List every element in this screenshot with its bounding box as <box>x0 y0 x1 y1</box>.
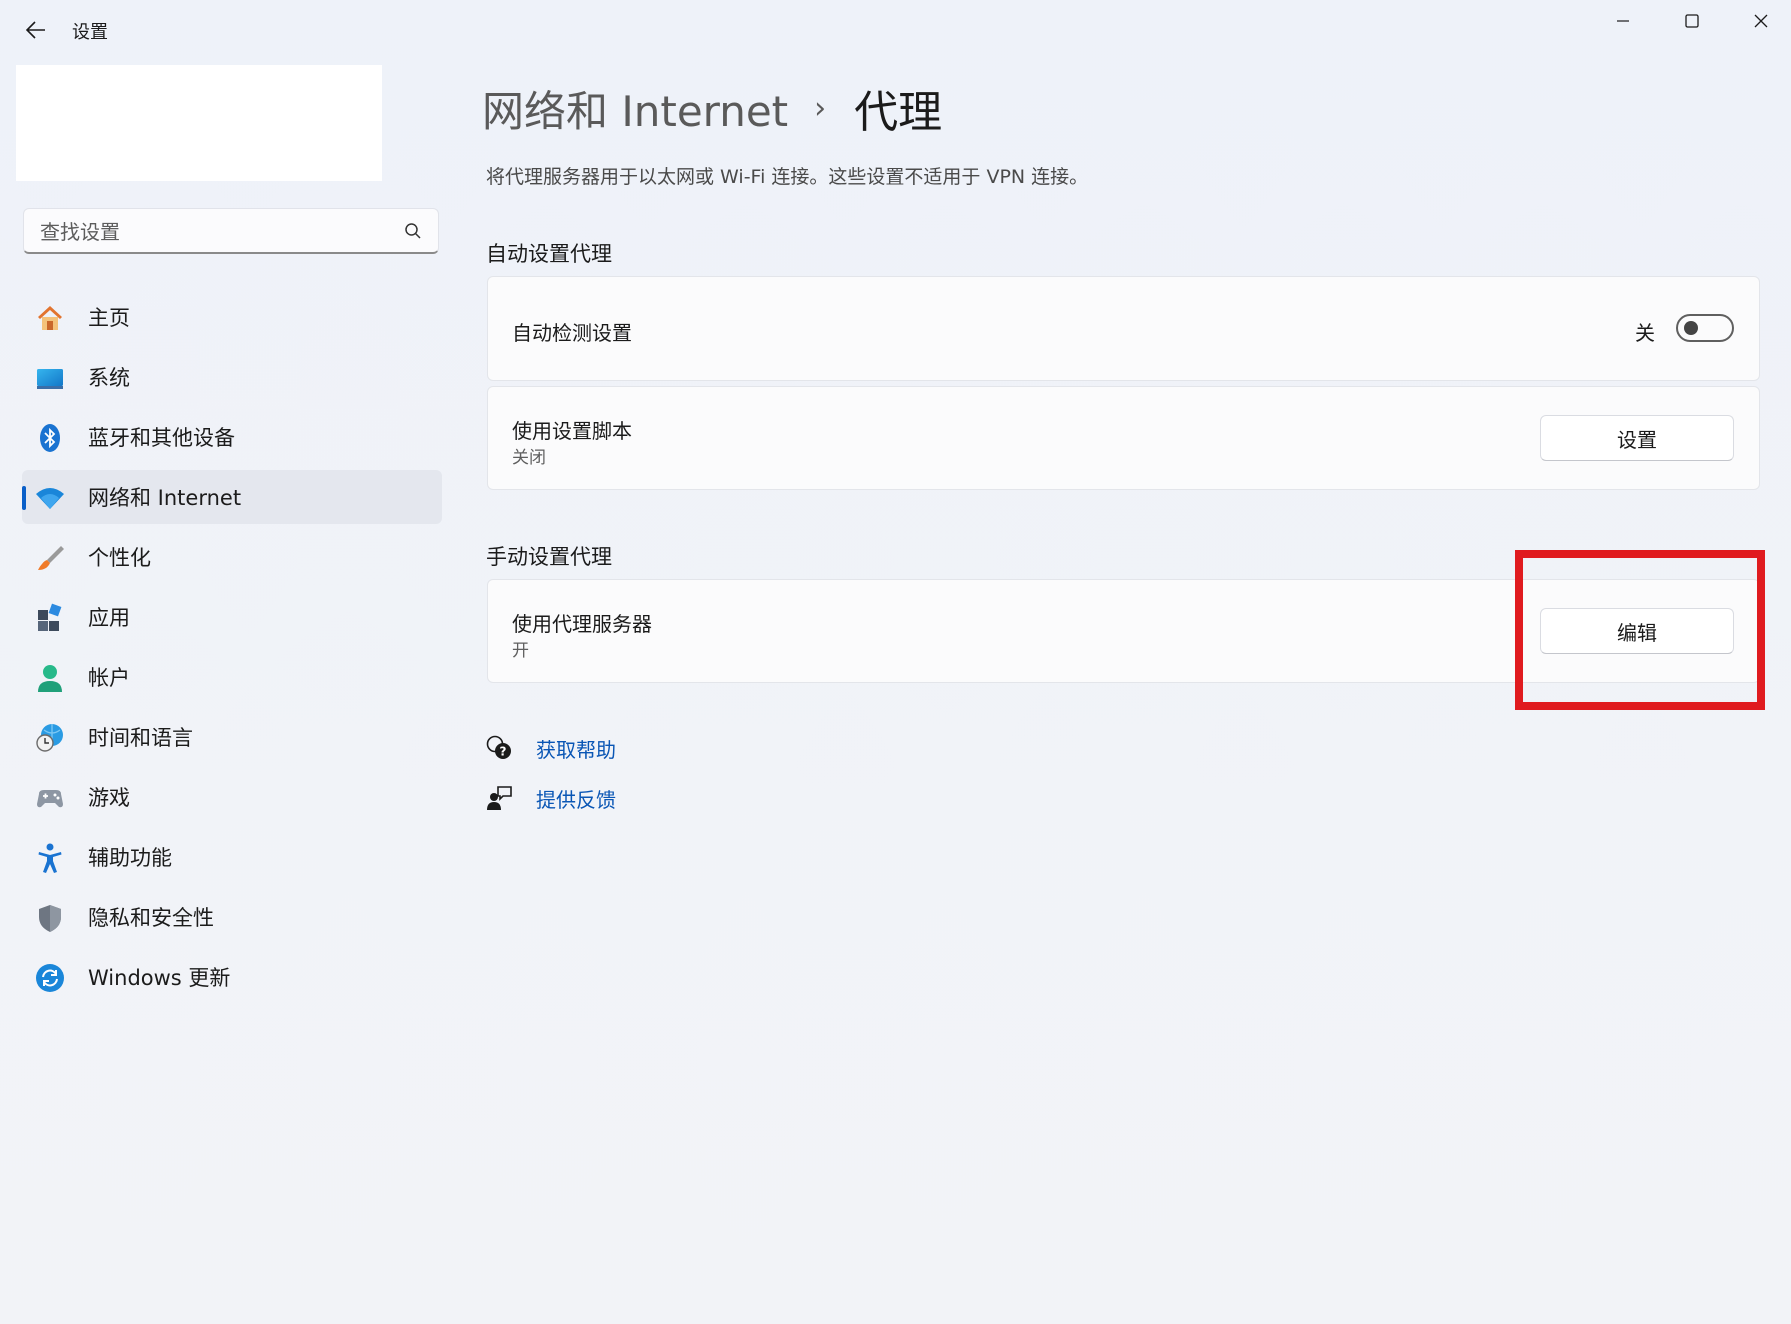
wifi-icon <box>34 482 66 514</box>
proxy-server-card: 使用代理服务器 开 编辑 <box>487 579 1760 683</box>
page-title: 代理 <box>854 87 943 138</box>
sidebar-item-gaming[interactable]: 游戏 <box>22 770 442 824</box>
sidebar-item-time-language[interactable]: 时间和语言 <box>22 710 442 764</box>
sidebar-item-personalization[interactable]: 个性化 <box>22 530 442 584</box>
setup-script-card: 使用设置脚本 关闭 设置 <box>487 386 1760 490</box>
auto-detect-toggle-state: 关 <box>1635 321 1655 345</box>
gamepad-icon <box>34 782 66 814</box>
back-button[interactable] <box>18 14 54 46</box>
feedback-icon <box>484 783 514 813</box>
sidebar-nav: 主页 系统 蓝牙和其他设备 网络和 Internet 个性化 应用 帐户 时间和… <box>22 290 442 1010</box>
search-icon[interactable] <box>404 222 422 244</box>
auto-detect-toggle[interactable] <box>1676 314 1734 342</box>
proxy-server-status: 开 <box>512 641 529 661</box>
edit-proxy-button[interactable]: 编辑 <box>1540 608 1734 654</box>
minimize-button[interactable] <box>1590 4 1656 38</box>
sidebar-item-home[interactable]: 主页 <box>22 290 442 344</box>
account-card <box>16 65 382 181</box>
setup-script-status: 关闭 <box>512 448 546 468</box>
apps-icon <box>34 602 66 634</box>
sidebar-item-label: 隐私和安全性 <box>88 906 214 930</box>
back-arrow-icon <box>26 21 45 39</box>
update-icon <box>34 962 66 994</box>
svg-text:?: ? <box>500 745 507 759</box>
maximize-button[interactable] <box>1659 4 1725 38</box>
close-icon <box>1754 14 1768 28</box>
toggle-knob <box>1684 321 1698 335</box>
close-button[interactable] <box>1728 4 1791 38</box>
sidebar-item-label: 系统 <box>88 366 130 390</box>
sidebar-item-network[interactable]: 网络和 Internet <box>22 470 442 524</box>
setup-script-title: 使用设置脚本 <box>512 419 632 443</box>
sidebar-item-label: 游戏 <box>88 786 130 810</box>
system-icon <box>34 362 66 394</box>
proxy-server-title: 使用代理服务器 <box>512 612 652 636</box>
setup-script-button[interactable]: 设置 <box>1540 415 1734 461</box>
brush-icon <box>34 542 66 574</box>
maximize-icon <box>1685 14 1699 28</box>
sidebar-item-accounts[interactable]: 帐户 <box>22 650 442 704</box>
sidebar-item-label: 帐户 <box>88 666 130 690</box>
sidebar-item-bluetooth[interactable]: 蓝牙和其他设备 <box>22 410 442 464</box>
sidebar-item-apps[interactable]: 应用 <box>22 590 442 644</box>
help-icon: ? <box>484 733 514 763</box>
auto-detect-card: 自动检测设置 关 <box>487 276 1760 381</box>
sidebar-item-label: 应用 <box>88 606 130 630</box>
account-icon <box>34 662 66 694</box>
breadcrumb-separator-icon: › <box>814 90 827 126</box>
accessibility-icon <box>34 842 66 874</box>
sidebar-item-windows-update[interactable]: Windows 更新 <box>22 950 442 1004</box>
section-title-manual-proxy: 手动设置代理 <box>486 545 612 569</box>
active-indicator <box>22 486 26 510</box>
feedback-link-row[interactable]: 提供反馈 <box>484 780 616 816</box>
sidebar-item-label: 辅助功能 <box>88 846 172 870</box>
breadcrumb: 网络和 Internet › 代理 <box>482 78 942 139</box>
shield-icon <box>34 902 66 934</box>
search-input[interactable] <box>38 209 382 255</box>
sidebar-item-system[interactable]: 系统 <box>22 350 442 404</box>
bluetooth-icon <box>34 422 66 454</box>
sidebar-item-label: 网络和 Internet <box>88 486 242 510</box>
home-icon <box>34 302 66 334</box>
app-title: 设置 <box>72 22 108 43</box>
title-bar: 设置 <box>0 0 1791 60</box>
section-title-auto-proxy: 自动设置代理 <box>486 242 612 266</box>
sidebar-item-label: 时间和语言 <box>88 726 193 750</box>
page-description: 将代理服务器用于以太网或 Wi-Fi 连接。这些设置不适用于 VPN 连接。 <box>486 166 1089 188</box>
globe-clock-icon <box>34 722 66 754</box>
get-help-link[interactable]: 获取帮助 <box>536 734 616 763</box>
breadcrumb-parent[interactable]: 网络和 Internet <box>482 78 788 139</box>
auto-detect-title: 自动检测设置 <box>512 321 632 345</box>
get-help-link-row[interactable]: ? 获取帮助 <box>484 730 616 766</box>
minimize-icon <box>1617 20 1629 22</box>
sidebar-item-label: Windows 更新 <box>88 966 231 990</box>
sidebar-item-privacy[interactable]: 隐私和安全性 <box>22 890 442 944</box>
search-box[interactable] <box>23 208 439 255</box>
sidebar-item-accessibility[interactable]: 辅助功能 <box>22 830 442 884</box>
sidebar-item-label: 蓝牙和其他设备 <box>88 426 235 450</box>
sidebar-item-label: 主页 <box>88 306 130 330</box>
sidebar-item-label: 个性化 <box>88 546 151 570</box>
feedback-link[interactable]: 提供反馈 <box>536 784 616 813</box>
